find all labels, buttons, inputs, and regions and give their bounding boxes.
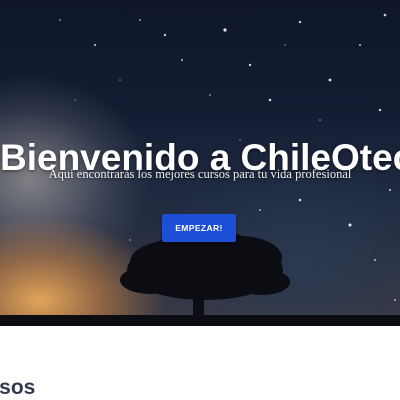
start-button[interactable]: EMPEZAR!	[162, 214, 236, 242]
courses-section-title: rsos	[0, 376, 36, 399]
hero-subtitle: Aqui encontrarás los mejores cursos para…	[48, 167, 352, 181]
hero-banner: Bienvenido a ChileOtec! Aqui encontrarás…	[0, 0, 400, 326]
